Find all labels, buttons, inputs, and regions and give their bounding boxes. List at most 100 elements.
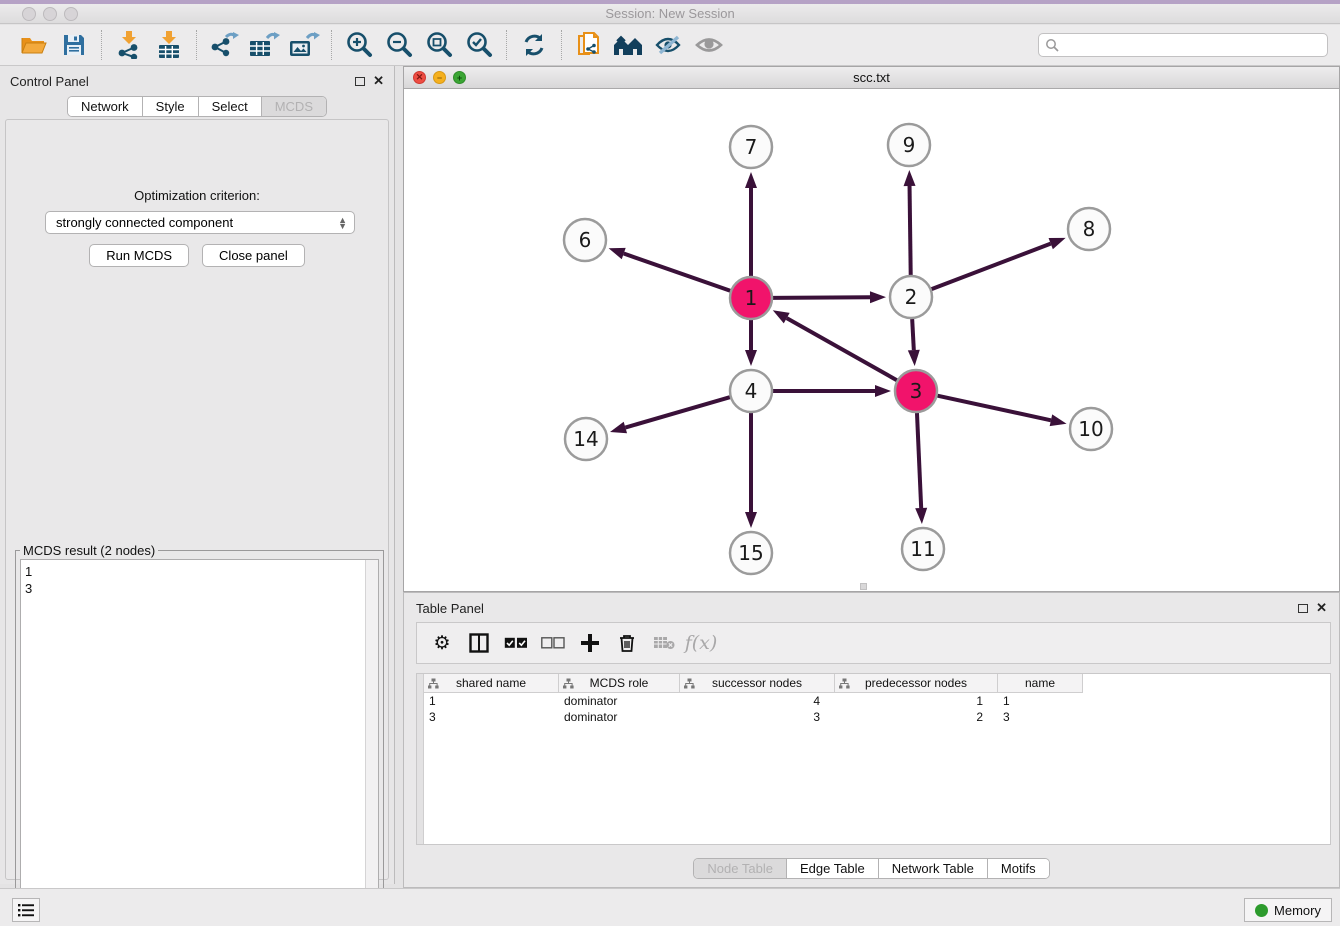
app-title: Session: New Session (0, 6, 1340, 21)
delete-table-icon[interactable] (649, 628, 679, 658)
select-all-icon[interactable] (501, 628, 531, 658)
mcds-result-item[interactable]: 1 (25, 563, 361, 580)
zoom-selected-icon[interactable] (462, 30, 496, 60)
search-input[interactable] (1059, 38, 1327, 53)
table-cell[interactable]: 1 (835, 693, 998, 709)
node-table[interactable]: shared nameMCDS rolesuccessor nodesprede… (416, 673, 1331, 845)
table-cell[interactable]: 1 (424, 693, 559, 709)
app-titlebar: Session: New Session (0, 4, 1340, 24)
close-panel-icon[interactable]: ✕ (373, 76, 384, 86)
tab-network[interactable]: Network (68, 97, 143, 116)
import-network-icon[interactable] (112, 30, 146, 60)
arrowhead-icon (745, 350, 757, 366)
memory-label: Memory (1274, 903, 1321, 918)
table-cell[interactable]: 3 (680, 709, 835, 725)
column-header-name[interactable]: name (998, 674, 1083, 693)
import-table-icon[interactable] (152, 30, 186, 60)
table-cell[interactable]: dominator (559, 693, 680, 709)
column-header-predecessor-nodes[interactable]: predecessor nodes (835, 674, 998, 693)
column-header-successor-nodes[interactable]: successor nodes (680, 674, 835, 693)
split-column-icon[interactable] (464, 628, 494, 658)
toolbar-separator (331, 30, 332, 60)
table-panel-tabs: Node TableEdge TableNetwork TableMotifs (693, 858, 1049, 879)
tab-mcds[interactable]: MCDS (262, 97, 326, 116)
tab-style[interactable]: Style (143, 97, 199, 116)
column-header-shared-name[interactable]: shared name (424, 674, 559, 693)
arrowhead-icon (745, 172, 757, 188)
function-builder-icon[interactable]: f(x) (686, 628, 716, 658)
table-tab-network-table[interactable]: Network Table (879, 859, 988, 878)
table-tab-node-table[interactable]: Node Table (694, 859, 787, 878)
gear-icon[interactable]: ⚙ (427, 628, 457, 658)
canvas-resize-handle[interactable] (860, 583, 867, 590)
node-label-9: 9 (903, 133, 916, 157)
edge-1-6[interactable] (624, 254, 731, 291)
close-table-panel-icon[interactable]: ✕ (1316, 603, 1327, 613)
mcds-result-list: 13 (21, 560, 365, 924)
hide-selected-icon[interactable] (652, 30, 686, 60)
task-history-button[interactable] (12, 898, 40, 922)
clone-network-icon[interactable] (572, 30, 606, 60)
edge-3-10[interactable] (937, 396, 1050, 421)
export-image-icon[interactable] (287, 30, 321, 60)
table-cell[interactable]: dominator (559, 709, 680, 725)
table-header-row: shared nameMCDS rolesuccessor nodesprede… (424, 674, 1330, 693)
export-network-icon[interactable] (207, 30, 241, 60)
network-window-titlebar[interactable]: ✕ − + scc.txt (404, 67, 1339, 89)
table-cell[interactable]: 3 (998, 709, 1083, 725)
zoom-fit-icon[interactable] (422, 30, 456, 60)
mcds-result-title: MCDS result (2 nodes) (20, 543, 158, 558)
main-toolbar (0, 25, 1340, 66)
table-panel: Table Panel ✕ ⚙ f(x) shared nameMCDS rol… (403, 592, 1340, 888)
table-body: 1dominator4113dominator323 (424, 693, 1330, 725)
close-panel-button[interactable]: Close panel (202, 244, 305, 267)
column-header-MCDS-role[interactable]: MCDS role (559, 674, 680, 693)
arrowhead-icon (609, 248, 626, 259)
show-all-icon[interactable] (692, 30, 726, 60)
arrowhead-icon (1049, 238, 1066, 249)
tab-select[interactable]: Select (199, 97, 262, 116)
optimization-criterion-select[interactable]: strongly connected component ▲▼ (45, 211, 355, 234)
search-field[interactable] (1038, 33, 1328, 57)
table-cell[interactable]: 4 (680, 693, 835, 709)
edge-2-8[interactable] (932, 244, 1051, 290)
table-cell[interactable]: 3 (424, 709, 559, 725)
run-mcds-button[interactable]: Run MCDS (89, 244, 189, 267)
table-tab-motifs[interactable]: Motifs (988, 859, 1049, 878)
table-cell[interactable]: 2 (835, 709, 998, 725)
table-tab-edge-table[interactable]: Edge Table (787, 859, 879, 878)
edge-3-11[interactable] (917, 413, 921, 508)
node-label-1: 1 (745, 286, 758, 310)
toolbar-separator (506, 30, 507, 60)
hierarchy-icon (563, 678, 574, 689)
result-scrollbar[interactable] (365, 560, 378, 924)
toolbar-separator (561, 30, 562, 60)
status-bar: Memory (0, 888, 1340, 926)
delete-column-icon[interactable] (612, 628, 642, 658)
arrowhead-icon (1050, 414, 1067, 426)
add-column-icon[interactable] (575, 628, 605, 658)
mcds-result-item[interactable]: 3 (25, 580, 361, 597)
zoom-in-icon[interactable] (342, 30, 376, 60)
float-table-panel-icon[interactable] (1298, 604, 1308, 613)
edge-3-1[interactable] (787, 318, 897, 380)
first-neighbors-icon[interactable] (612, 30, 646, 60)
deselect-all-icon[interactable] (538, 628, 568, 658)
save-session-icon[interactable] (57, 30, 91, 60)
table-row[interactable]: 3dominator323 (424, 709, 1330, 725)
node-label-2: 2 (905, 285, 918, 309)
float-panel-icon[interactable] (355, 77, 365, 86)
edge-1-2[interactable] (773, 297, 870, 298)
refresh-icon[interactable] (517, 30, 551, 60)
edge-2-9[interactable] (910, 186, 911, 275)
optimization-criterion-label: Optimization criterion: (6, 188, 388, 203)
open-session-icon[interactable] (17, 30, 51, 60)
network-canvas[interactable]: 7968124314101511 (404, 89, 1339, 591)
memory-button[interactable]: Memory (1244, 898, 1332, 922)
table-cell[interactable]: 1 (998, 693, 1083, 709)
export-table-icon[interactable] (247, 30, 281, 60)
zoom-out-icon[interactable] (382, 30, 416, 60)
edge-2-3[interactable] (912, 319, 914, 350)
edge-4-14[interactable] (625, 397, 730, 427)
table-row[interactable]: 1dominator411 (424, 693, 1330, 709)
